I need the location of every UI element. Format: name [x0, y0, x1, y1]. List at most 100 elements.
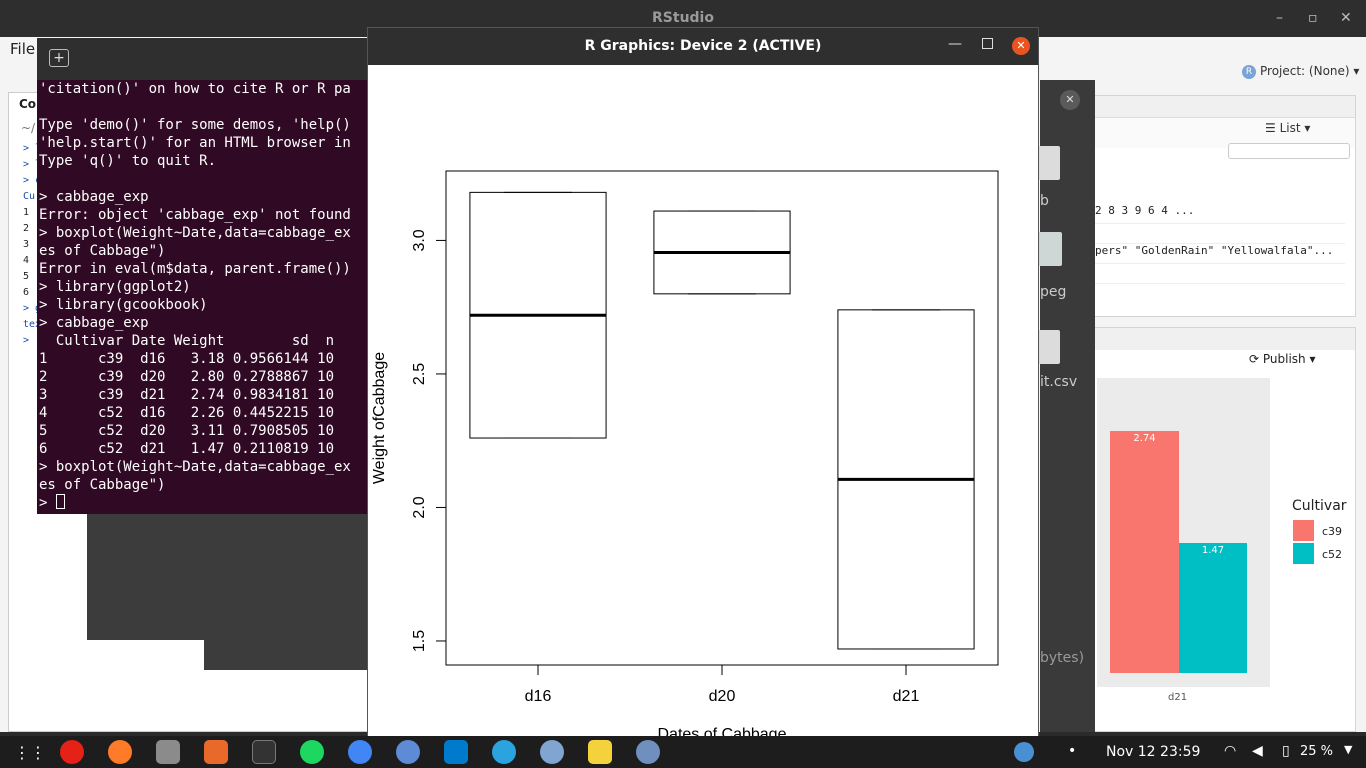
console-tab[interactable]: Co: [19, 97, 36, 111]
youtube-icon[interactable]: [60, 740, 84, 764]
file-label: it.csv: [1040, 374, 1078, 390]
file-label: peg: [1040, 284, 1067, 300]
battery-level: 25 %: [1300, 744, 1334, 759]
console-line: Cultivar Date Weight sd n: [39, 333, 335, 349]
firefox-icon[interactable]: [108, 740, 132, 764]
console-line: 1 c39 d16 3.18 0.9566144 10: [39, 351, 335, 367]
terminal-icon[interactable]: [252, 740, 276, 764]
legend-key-c52: [1293, 543, 1314, 564]
plots-header: [1095, 328, 1355, 350]
legend-title: Cultivar: [1292, 498, 1347, 514]
gg-x-tick: d21: [1168, 692, 1188, 703]
new-tab-button[interactable]: +: [49, 49, 69, 67]
legend-label-c39: c39: [1322, 525, 1343, 538]
legend-key-c39: [1293, 520, 1314, 541]
graphics-title: R Graphics: Device 2 (ACTIVE): [584, 38, 822, 54]
console-line: es of Cabbage"): [39, 243, 166, 259]
y-axis-label: Weight ofCabbage: [371, 352, 388, 484]
project-menu[interactable]: R Project: (None) ▾: [1242, 64, 1359, 79]
text-editor-icon[interactable]: [588, 740, 612, 764]
taskbar: ⋮⋮ • Nov 12 23:59 ◠ ◀ ▯ 25 % ▼: [0, 736, 1366, 768]
bar-c52-d21: 1.47: [1179, 543, 1247, 673]
telegram-icon[interactable]: [492, 740, 516, 764]
minimize-icon[interactable]: —: [948, 36, 962, 52]
clock[interactable]: Nov 12 23:59: [1106, 744, 1200, 760]
vscode-icon[interactable]: [444, 740, 468, 764]
background-window: [204, 640, 374, 670]
close-icon[interactable]: ✕: [1060, 90, 1080, 110]
console-line: 'help.start()' for an HTML browser in: [39, 135, 351, 151]
file-label: b: [1040, 193, 1049, 209]
notification-dot-icon: •: [1068, 743, 1077, 759]
console-line: 3 c39 d21 2.74 0.9834181 10: [39, 387, 335, 403]
chevron-down-icon[interactable]: ▼: [1344, 743, 1352, 756]
console-line: es of Cabbage"): [39, 477, 166, 493]
console-line: > boxplot(Weight~Date,data=cabbage_ex: [39, 459, 351, 475]
env-row[interactable]: 2 8 3 9 6 4 ...: [1095, 204, 1345, 224]
list-view-button[interactable]: ☰ List ▾: [1265, 121, 1310, 135]
wifi-icon[interactable]: ◠: [1224, 743, 1236, 759]
plot-frame: [445, 170, 999, 666]
cursor: [55, 494, 65, 509]
file-icon[interactable]: [1036, 330, 1060, 364]
env-row[interactable]: [1095, 264, 1345, 284]
software-icon[interactable]: [204, 740, 228, 764]
chrome-icon[interactable]: [348, 740, 372, 764]
console-toolbar: +: [37, 38, 367, 80]
apps-grid-icon[interactable]: ⋮⋮: [14, 743, 46, 762]
x-tick-label: d21: [893, 688, 920, 705]
spotify-icon[interactable]: [300, 740, 324, 764]
volume-icon[interactable]: ◀: [1252, 743, 1263, 759]
rstudio-title: RStudio: [652, 10, 714, 26]
env-header: [1095, 96, 1355, 118]
x-tick-label: d20: [709, 688, 736, 705]
file-icon[interactable]: [1036, 146, 1060, 180]
env-row[interactable]: pers" "GoldenRain" "Yellowalfala"...: [1095, 244, 1345, 264]
console-line: > cabbage_exp: [39, 315, 149, 331]
working-directory: ~/: [21, 121, 36, 135]
console-line: 6 c52 d21 1.47 0.2110819 10: [39, 441, 335, 457]
environment-pane: ☰ List ▾ 2 8 3 9 6 4 ... pers" "GoldenRa…: [1094, 95, 1356, 317]
console-output[interactable]: 'citation()' on how to cite R or R pa Ty…: [37, 80, 367, 514]
console-line: Error: object 'cabbage_exp' not found: [39, 207, 351, 223]
project-label: Project: (None): [1260, 64, 1350, 78]
console-line: > library(gcookbook): [39, 297, 208, 313]
env-search-input[interactable]: [1228, 143, 1350, 159]
maximize-icon[interactable]: [982, 38, 993, 49]
console-line: Type 'q()' to quit R.: [39, 153, 217, 169]
graphics-titlebar: R Graphics: Device 2 (ACTIVE) — ✕: [368, 28, 1038, 65]
env-row[interactable]: [1095, 224, 1345, 244]
maximize-icon[interactable]: ▫: [1308, 10, 1318, 26]
close-icon[interactable]: ✕: [1340, 10, 1352, 26]
background-window: [87, 510, 367, 640]
publish-button[interactable]: ⟳ Publish ▾: [1249, 352, 1316, 366]
y-tick-label: 3.0: [411, 229, 428, 251]
y-tick-label: 2.0: [411, 496, 428, 518]
files-icon[interactable]: [156, 740, 180, 764]
file-size: bytes): [1040, 650, 1085, 666]
chromium-icon[interactable]: [396, 740, 420, 764]
r-icon[interactable]: [636, 740, 660, 764]
console-line: 2 c39 d20 2.80 0.2788867 10: [39, 369, 335, 385]
close-icon[interactable]: ✕: [1012, 37, 1030, 55]
battery-icon[interactable]: ▯: [1282, 743, 1290, 759]
image-file-icon[interactable]: [1038, 232, 1062, 266]
bar-label: 2.74: [1133, 433, 1156, 444]
console-line: 4 c52 d16 2.26 0.4452215 10: [39, 405, 335, 421]
bar-c39-d21: 2.74: [1110, 431, 1179, 673]
console-line: > library(ggplot2): [39, 279, 191, 295]
boxplot-chart: d16 d20 d211.52.02.53.0Dates of CabbageWei…: [371, 170, 999, 737]
menu-file[interactable]: File: [10, 40, 35, 58]
minimize-icon[interactable]: –: [1276, 10, 1283, 26]
weather-icon[interactable]: [1014, 742, 1034, 762]
console-line: Type 'demo()' for some demos, 'help(): [39, 117, 351, 133]
r-graphics-window: R Graphics: Device 2 (ACTIVE) — ✕ d16 d20…: [367, 27, 1039, 737]
console-line: 'citation()' on how to cite R or R pa: [39, 81, 351, 97]
bar-label: 1.47: [1201, 545, 1225, 556]
console-line: > boxplot(Weight~Date,data=cabbage_ex: [39, 225, 351, 241]
rstudio-icon[interactable]: [540, 740, 564, 764]
x-tick-label: d16: [525, 688, 552, 705]
console-line: > cabbage_exp: [39, 189, 149, 205]
project-icon: R: [1242, 64, 1256, 79]
